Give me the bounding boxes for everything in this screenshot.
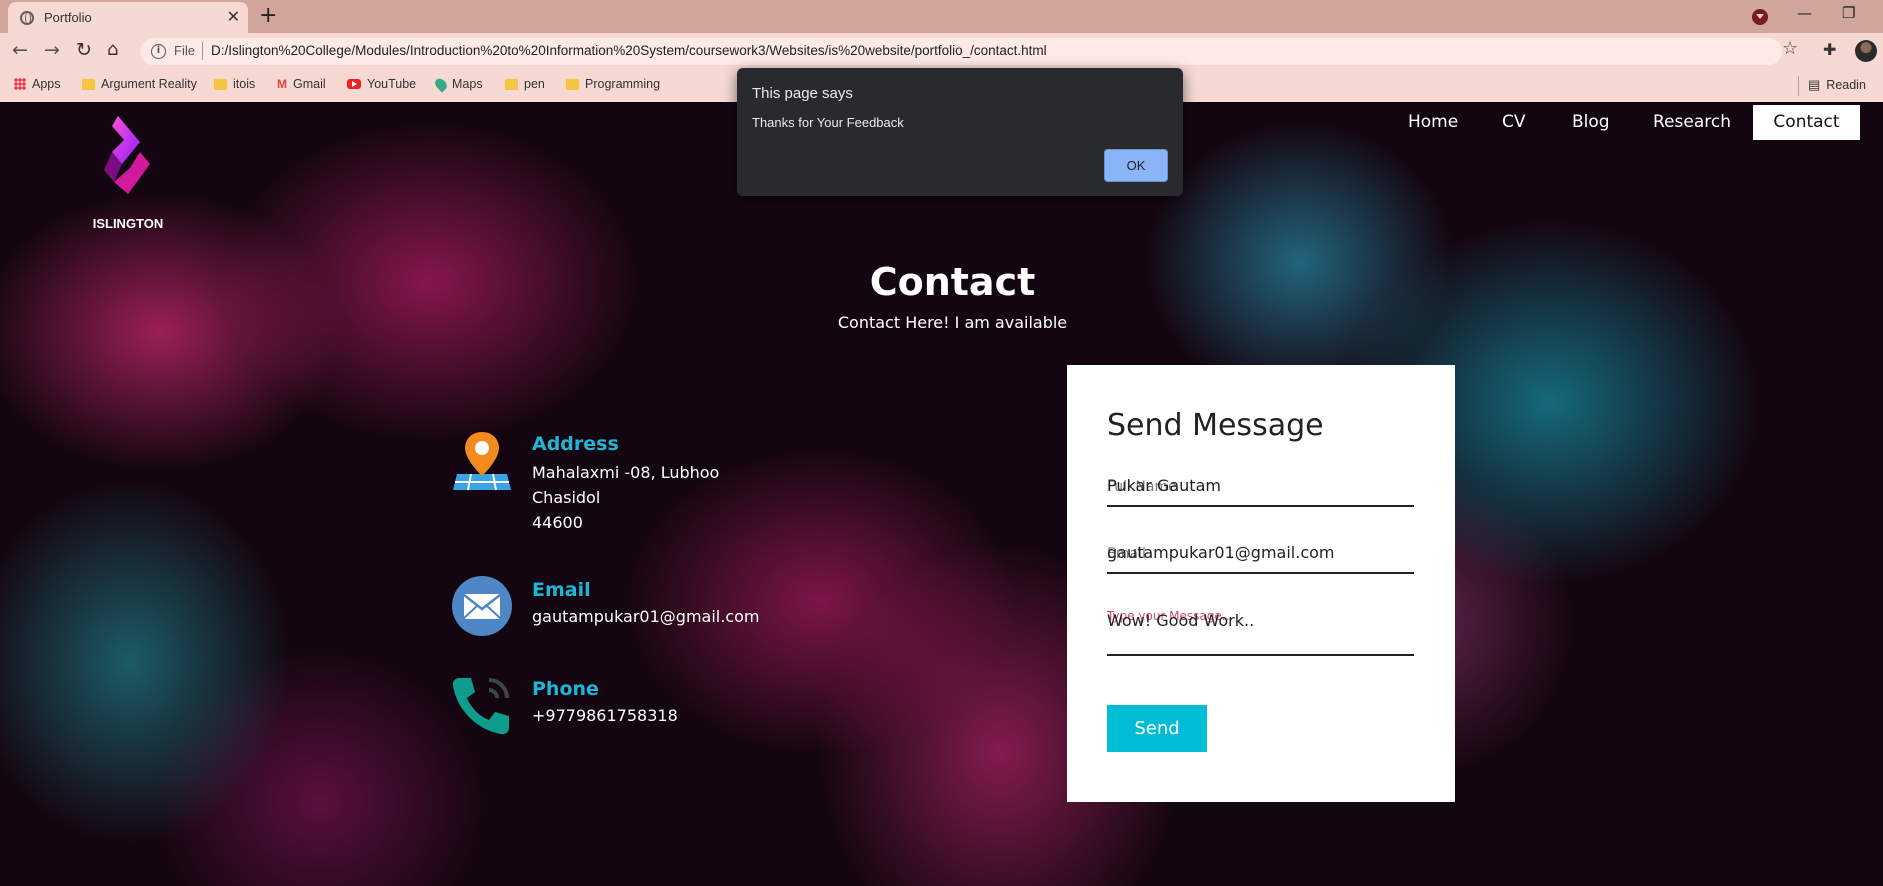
address-bar[interactable]: i File D:/Islington%20College/Modules/In… [140,38,1782,65]
message-field-value[interactable]: Wow! Good Work.. [1107,611,1254,630]
email-label: Email [532,579,591,601]
reading-list-icon: ▤ [1808,77,1821,92]
map-pin-icon [453,432,511,491]
forward-icon[interactable]: → [44,39,60,61]
apps-icon [14,78,26,90]
bookmark-gmail[interactable]: M Gmail [277,77,326,91]
bookmarks-divider [1798,76,1799,96]
folder-icon [566,78,579,90]
globe-icon [20,11,34,25]
address-line: Chasidol [532,488,601,507]
contact-form: Send Message Full Name Pukar Gautam Emai… [1067,365,1455,802]
envelope-icon [452,576,512,636]
browser-toolbar: ← → ↻ ⌂ i File D:/Islington%20College/Mo… [0,33,1883,70]
email-field-value[interactable]: gautampukar01@gmail.com [1107,543,1334,562]
restore-icon[interactable]: ❐ [1842,4,1855,22]
tab-title: Portfolio [44,10,92,25]
address-scheme: File [174,43,195,58]
extensions-icon[interactable]: ✚ [1823,40,1836,59]
bookmark-pen[interactable]: pen [505,77,545,91]
alert-heading: This page says [752,85,853,102]
name-field[interactable]: Full Name Pukar Gautam [1107,465,1414,507]
bookmark-label: Gmail [293,77,326,91]
bookmark-label: Apps [32,77,61,91]
bookmark-apps[interactable]: Apps [14,77,61,91]
nav-blog[interactable]: Blog [1560,105,1622,140]
tab-search-icon[interactable] [1752,9,1768,25]
bookmark-programming[interactable]: Programming [566,77,660,91]
phone-icon [452,678,509,735]
alert-ok-button[interactable]: OK [1104,149,1168,182]
folder-icon [214,78,227,90]
page-subtitle: Contact Here! I am available [837,313,1068,332]
bookmark-youtube[interactable]: YouTube [347,77,416,91]
bookmark-itois[interactable]: itois [214,77,255,91]
bookmark-maps[interactable]: Maps [432,75,483,93]
form-title: Send Message [1107,408,1324,443]
phone-label: Phone [532,678,599,700]
home-icon[interactable]: ⌂ [107,39,118,60]
address-label: Address [532,433,619,455]
bookmark-label: Argument Reality [101,77,197,91]
email-field[interactable]: Email gautampukar01@gmail.com [1107,532,1414,574]
maps-icon [432,75,450,93]
bookmark-label: Maps [452,77,483,91]
email-value: gautampukar01@gmail.com [532,607,760,626]
page-title: Contact [869,260,1036,304]
back-icon[interactable]: ← [12,39,28,61]
gmail-icon: M [277,77,287,91]
info-icon[interactable]: i [151,44,166,59]
folder-icon [82,78,95,90]
nav-cv[interactable]: CV [1490,105,1538,140]
bookmark-label: Programming [585,77,661,91]
reading-list-label: Readin [1826,78,1866,92]
bookmark-label: pen [524,77,545,91]
alert-message: Thanks for Your Feedback [752,115,904,130]
message-field[interactable]: Type your Message... Wow! Good Work.. [1107,599,1414,656]
nav-research[interactable]: Research [1641,105,1743,140]
address-line: 44600 [532,513,583,532]
address-url[interactable]: D:/Islington%20College/Modules/Introduct… [211,43,1047,58]
reload-icon[interactable]: ↻ [76,39,92,61]
browser-tab[interactable]: Portfolio ✕ [8,2,248,33]
nav-home[interactable]: Home [1396,105,1470,140]
profile-avatar[interactable] [1855,40,1877,62]
new-tab-button[interactable]: + [259,3,277,28]
folder-icon [505,78,518,90]
tab-close-icon[interactable]: ✕ [227,7,240,26]
alert-dialog: This page says Thanks for Your Feedback … [737,68,1183,196]
bookmark-label: itois [233,77,256,91]
phone-value: +9779861758318 [532,706,678,725]
reading-list-button[interactable]: ▤ Readin [1808,77,1866,93]
bookmark-star-icon[interactable]: ☆ [1782,38,1798,59]
send-button[interactable]: Send [1107,705,1207,752]
browser-tab-bar: Portfolio ✕ + — ❐ [0,0,1883,33]
address-line: Mahalaxmi -08, Lubhoo [532,463,720,482]
islington-logo-icon[interactable] [88,112,168,212]
address-divider [202,42,203,60]
minimize-icon[interactable]: — [1797,4,1812,22]
name-field-value[interactable]: Pukar Gautam [1107,476,1221,495]
bookmark-argument-reality[interactable]: Argument Reality [82,77,197,91]
logo-text: ISLINGTON [92,216,164,231]
bookmark-label: YouTube [367,77,417,91]
nav-contact[interactable]: Contact [1753,105,1860,140]
youtube-icon [347,79,361,89]
contact-page: ISLINGTON Home CV Blog Research Contact … [0,102,1883,886]
